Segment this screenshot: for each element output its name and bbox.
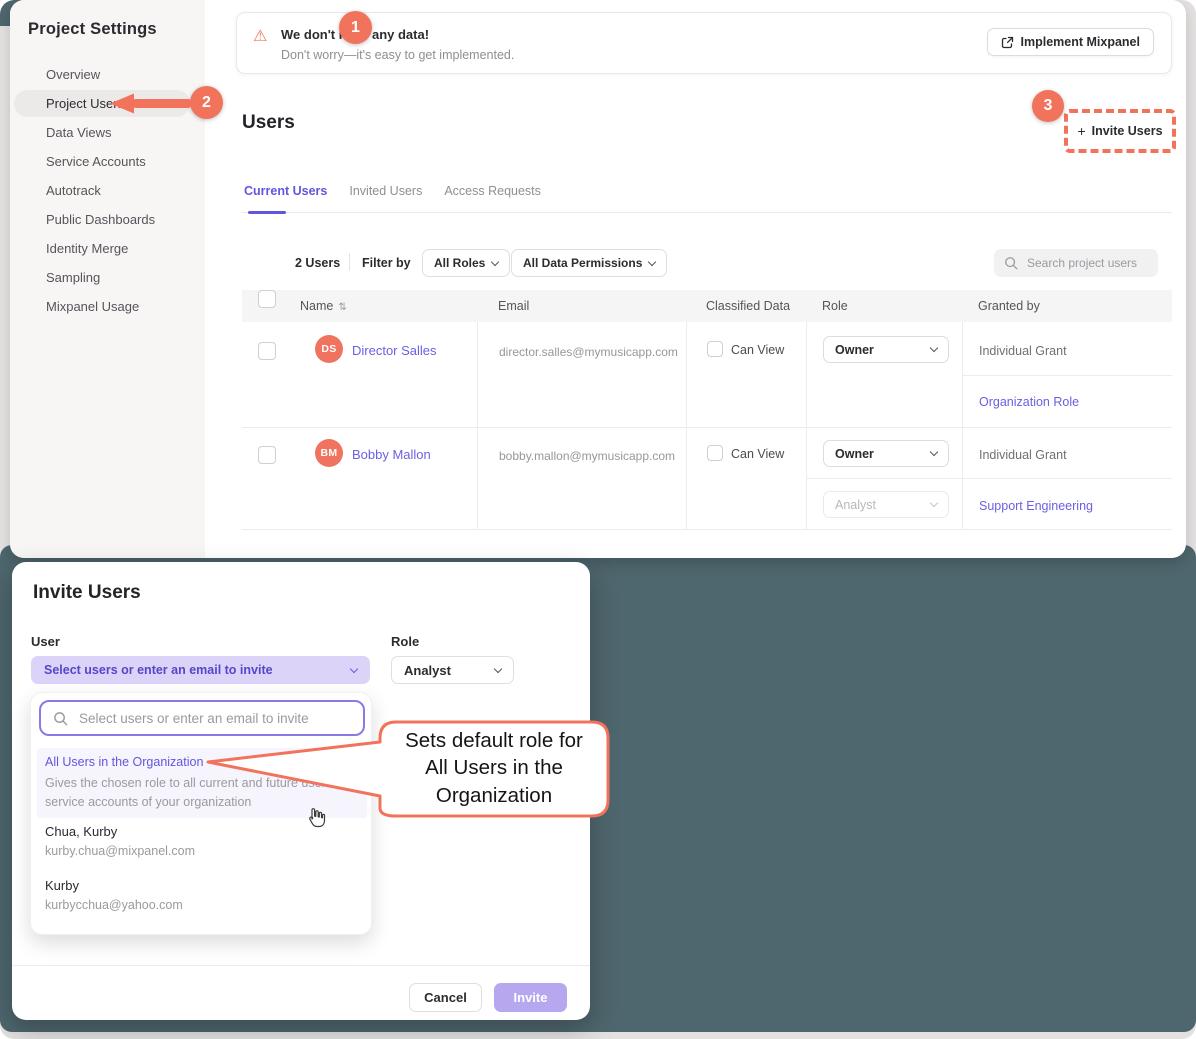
invite-button[interactable]: Invite (494, 983, 567, 1012)
roles-filter-dropdown[interactable]: All Roles (422, 249, 510, 277)
header-role: Role (806, 299, 962, 313)
avatar: BM (315, 439, 343, 467)
sidebar-item-data-views[interactable]: Data Views (46, 118, 190, 147)
project-settings-page: Project Settings Overview Project Users … (10, 0, 1186, 558)
screenshot-canvas: Project Settings Overview Project Users … (0, 0, 1196, 1039)
invite-users-label: Invite Users (1092, 124, 1163, 138)
implement-mixpanel-button[interactable]: Implement Mixpanel (987, 28, 1154, 56)
granted-by-value: Individual Grant (979, 448, 1067, 462)
header-classified-data: Classified Data (686, 299, 806, 313)
users-tabs: Current Users Invited Users Access Reque… (242, 180, 1172, 213)
chevron-down-icon (494, 664, 502, 672)
plus-icon: + (1077, 123, 1085, 139)
users-heading: Users (242, 112, 295, 134)
search-project-users[interactable] (994, 249, 1158, 277)
search-icon (1004, 256, 1018, 270)
users-table: Name ⇅ Email Classified Data Role Granted… (242, 290, 1172, 530)
user-select-dropdown[interactable]: Select users or enter an email to invite (31, 656, 370, 684)
role-dropdown-disabled: Analyst (823, 491, 949, 518)
search-icon (53, 711, 68, 726)
role-field-label: Role (391, 634, 419, 649)
can-view-checkbox[interactable] (707, 341, 723, 357)
option-user[interactable]: Chua, Kurby kurby.chua@mixpanel.com (45, 824, 195, 858)
support-engineering-link[interactable]: Support Engineering (979, 499, 1093, 513)
sidebar-item-autotrack[interactable]: Autotrack (46, 176, 190, 205)
toolbar-divider (349, 253, 350, 271)
filter-by-label: Filter by (362, 256, 411, 270)
tab-current-users[interactable]: Current Users (242, 180, 329, 212)
user-email: bobby.mallon@mymusicapp.com (499, 449, 675, 463)
sidebar-item-public-dashboards[interactable]: Public Dashboards (46, 205, 190, 234)
sidebar-item-mixpanel-usage[interactable]: Mixpanel Usage (46, 292, 190, 321)
row-checkbox[interactable] (258, 446, 276, 464)
chevron-down-icon (350, 664, 358, 672)
can-view-label: Can View (731, 447, 784, 461)
modal-footer-divider (12, 965, 590, 966)
can-view-label: Can View (731, 343, 784, 357)
users-count: 2 Users (295, 256, 340, 270)
step-3-badge: 3 (1032, 90, 1064, 122)
sort-icon[interactable]: ⇅ (338, 302, 346, 313)
no-data-banner: ⚠ We don't have any data! Don't worry—it… (236, 12, 1172, 74)
cell-divider (963, 375, 1172, 376)
roles-filter-label: All Roles (434, 256, 485, 270)
settings-sidebar: Project Settings Overview Project Users … (10, 0, 205, 558)
organization-role-link[interactable]: Organization Role (979, 395, 1079, 409)
chevron-down-icon (930, 344, 938, 352)
step-2-badge: 2 (190, 86, 223, 119)
sidebar-item-identity-merge[interactable]: Identity Merge (46, 234, 190, 263)
sidebar-title: Project Settings (28, 20, 157, 39)
external-link-icon (1001, 36, 1014, 49)
role-dropdown[interactable]: Owner (823, 440, 949, 467)
cancel-button[interactable]: Cancel (409, 983, 482, 1012)
hand-cursor-icon (303, 806, 327, 830)
select-all-checkbox[interactable] (258, 290, 276, 308)
can-view-checkbox[interactable] (707, 445, 723, 461)
header-granted-by: Granted by (962, 299, 1172, 313)
name-header-label: Name (300, 299, 333, 313)
step-1-badge: 1 (339, 11, 372, 44)
chevron-down-icon (648, 257, 656, 265)
role-select-dropdown[interactable]: Analyst (391, 656, 514, 684)
sidebar-item-overview[interactable]: Overview (46, 60, 190, 89)
banner-subtitle: Don't worry—it's easy to get implemented… (281, 48, 514, 62)
table-row: DS Director Salles director.salles@mymus… (242, 322, 1172, 428)
arrow-left-icon (110, 93, 192, 114)
permissions-filter-dropdown[interactable]: All Data Permissions (511, 249, 667, 277)
header-name: Name ⇅ (242, 299, 477, 313)
chevron-down-icon (491, 257, 499, 265)
tab-access-requests[interactable]: Access Requests (442, 180, 543, 212)
chevron-down-icon (930, 448, 938, 456)
tab-invited-users[interactable]: Invited Users (347, 180, 424, 212)
table-header-row: Name ⇅ Email Classified Data Role Granted… (242, 290, 1172, 322)
option-user[interactable]: Kurby kurbycchua@yahoo.com (45, 878, 183, 912)
row-checkbox[interactable] (258, 342, 276, 360)
user-name-link[interactable]: Bobby Mallon (352, 447, 431, 462)
cell-divider (807, 478, 962, 479)
sidebar-item-sampling[interactable]: Sampling (46, 263, 190, 292)
user-email: director.salles@mymusicapp.com (499, 345, 678, 359)
warning-icon: ⚠ (253, 26, 267, 46)
table-row: BM Bobby Mallon bobby.mallon@mymusicapp.… (242, 428, 1172, 530)
modal-title: Invite Users (33, 582, 141, 604)
granted-by-value: Individual Grant (979, 344, 1067, 358)
role-dropdown[interactable]: Owner (823, 336, 949, 363)
user-field-label: User (31, 634, 60, 649)
permissions-filter-label: All Data Permissions (523, 256, 642, 270)
chevron-down-icon (930, 499, 938, 507)
invite-users-button[interactable]: + Invite Users (1070, 119, 1170, 143)
avatar: DS (315, 335, 343, 363)
user-name-link[interactable]: Director Salles (352, 343, 437, 358)
implement-mixpanel-label: Implement Mixpanel (1021, 35, 1140, 49)
search-input[interactable] (1025, 255, 1145, 271)
header-email: Email (477, 299, 686, 313)
callout-text: Sets default role for All Users in the O… (396, 724, 592, 812)
cell-divider (963, 478, 1172, 479)
sidebar-item-service-accounts[interactable]: Service Accounts (46, 147, 190, 176)
